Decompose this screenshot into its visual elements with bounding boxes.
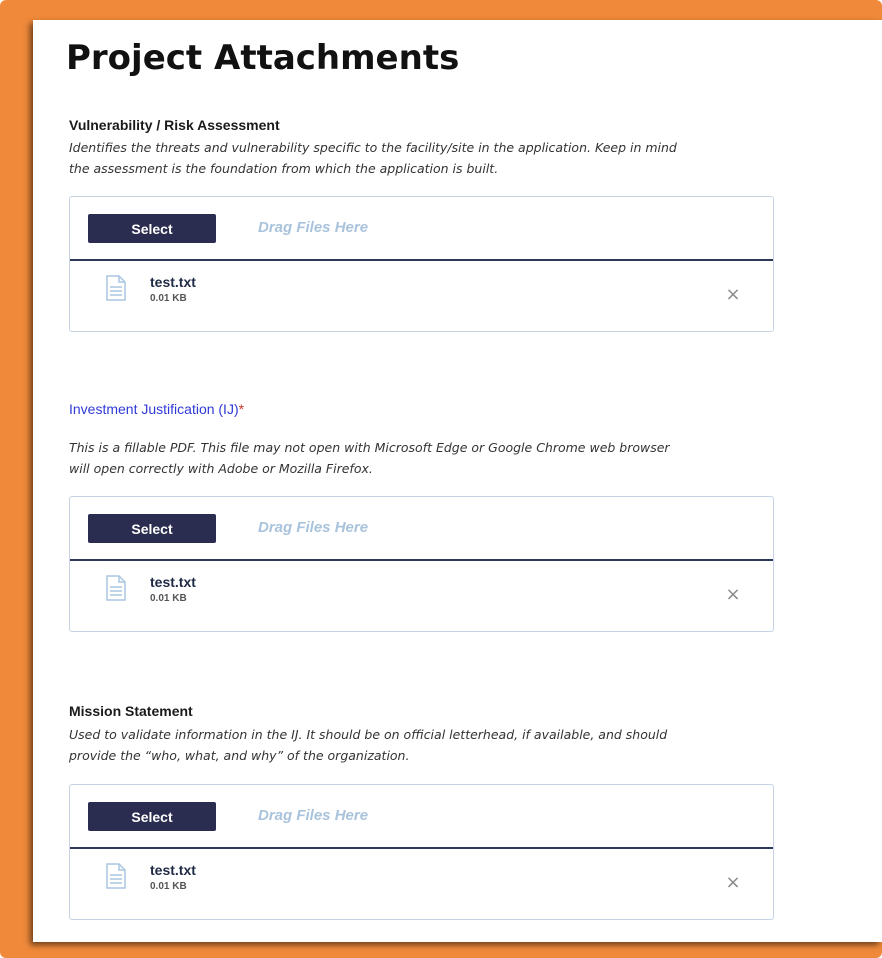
close-icon[interactable]: ×: [724, 874, 742, 892]
upload-dropzone[interactable]: Select Drag Files Here: [70, 785, 773, 849]
description-line: This is a fillable PDF. This file may no…: [69, 440, 670, 455]
section-title-text[interactable]: Investment Justification (IJ): [69, 401, 239, 417]
section-description-mission-statement: Used to validate information in the IJ. …: [69, 724, 882, 766]
document-icon: [106, 275, 126, 301]
select-file-button[interactable]: Select: [88, 802, 216, 831]
drag-files-hint: Drag Files Here: [258, 807, 369, 824]
file-size: 0.01 KB: [150, 293, 187, 304]
description-line: provide the “who, what, and why” of the …: [69, 748, 410, 763]
description-line: Identifies the threats and vulnerability…: [69, 140, 677, 155]
section-description-investment-justification: This is a fillable PDF. This file may no…: [69, 437, 882, 479]
uploaded-file-row: test.txt 0.01 KB ×: [70, 561, 773, 631]
file-name: test.txt: [150, 274, 196, 290]
upload-dropzone[interactable]: Select Drag Files Here: [70, 197, 773, 261]
select-file-button[interactable]: Select: [88, 214, 216, 243]
select-file-button[interactable]: Select: [88, 514, 216, 543]
upload-investment-justification: Select Drag Files Here test.txt 0.01 KB …: [69, 496, 774, 632]
file-name: test.txt: [150, 574, 196, 590]
description-line: Used to validate information in the IJ. …: [69, 727, 668, 742]
file-name: test.txt: [150, 862, 196, 878]
project-attachments-panel: Project Attachments Vulnerability / Risk…: [33, 20, 882, 942]
document-icon: [106, 863, 126, 889]
section-title-risk-assessment: Vulnerability / Risk Assessment: [69, 117, 280, 133]
description-line: the assessment is the foundation from wh…: [69, 161, 499, 176]
section-title-investment-justification[interactable]: Investment Justification (IJ)*: [69, 401, 244, 417]
screenshot-frame: Project Attachments Vulnerability / Risk…: [0, 0, 882, 958]
upload-dropzone[interactable]: Select Drag Files Here: [70, 497, 773, 561]
drag-files-hint: Drag Files Here: [258, 219, 369, 236]
upload-mission-statement: Select Drag Files Here test.txt 0.01 KB …: [69, 784, 774, 920]
section-description-risk-assessment: Identifies the threats and vulnerability…: [69, 137, 882, 179]
drag-files-hint: Drag Files Here: [258, 519, 369, 536]
close-icon[interactable]: ×: [724, 286, 742, 304]
close-icon[interactable]: ×: [724, 586, 742, 604]
file-size: 0.01 KB: [150, 881, 187, 892]
upload-risk-assessment: Select Drag Files Here test.txt 0.01 KB …: [69, 196, 774, 332]
section-title-mission-statement: Mission Statement: [69, 703, 193, 719]
uploaded-file-row: test.txt 0.01 KB ×: [70, 261, 773, 331]
page-title: Project Attachments: [66, 38, 460, 78]
description-line: will open correctly with Adobe or Mozill…: [69, 461, 373, 476]
file-size: 0.01 KB: [150, 593, 187, 604]
document-icon: [106, 575, 126, 601]
uploaded-file-row: test.txt 0.01 KB ×: [70, 849, 773, 919]
required-mark: *: [238, 401, 245, 417]
